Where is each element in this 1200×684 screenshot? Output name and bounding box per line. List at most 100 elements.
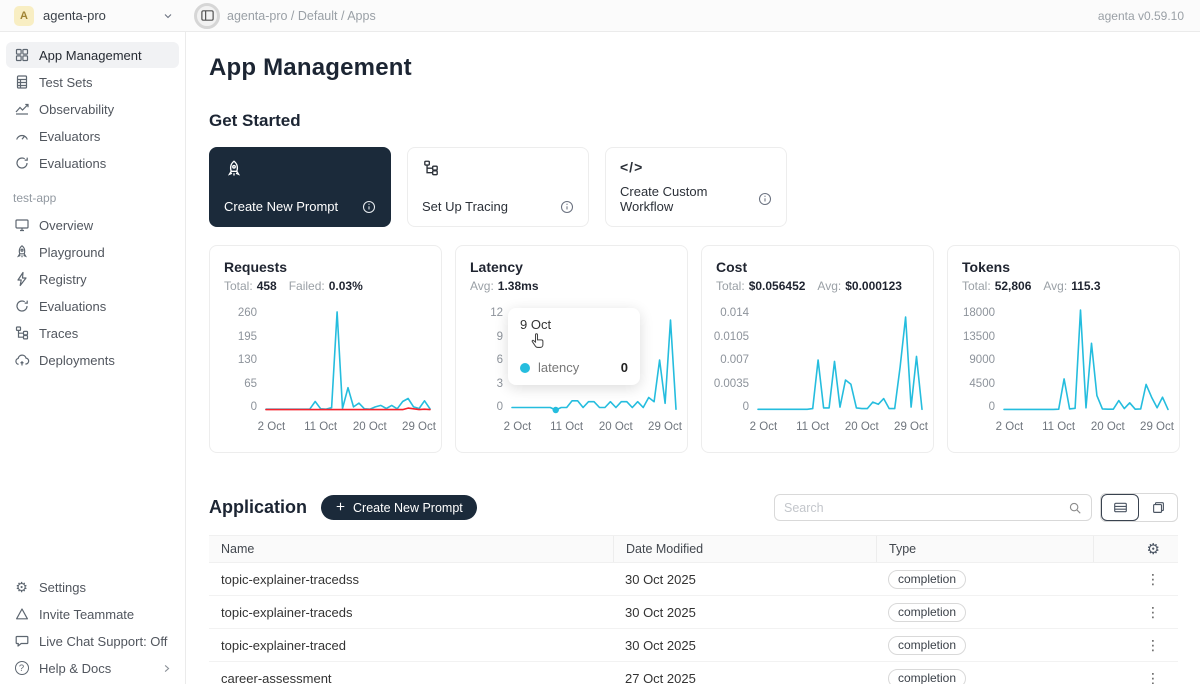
question-circle-icon: ? [13,661,30,675]
tracing-tree-icon [422,159,574,182]
triangle-icon [13,606,30,622]
gauge-icon [13,128,30,144]
type-badge: completion [888,603,966,622]
column-header-name[interactable]: Name [209,536,613,562]
date-modified: 27 Oct 2025 [613,671,876,684]
sidebar-item-app-evaluations[interactable]: Evaluations [6,293,179,319]
row-menu-icon[interactable]: ⋮ [1146,571,1160,588]
test-sets-icon [13,74,30,90]
row-menu-icon[interactable]: ⋮ [1146,670,1160,684]
x-axis-labels: 2 Oct11 Oct20 Oct29 Oct [1004,421,1168,435]
chart-plot[interactable]: 2 Oct11 Oct20 Oct29 Oct [266,307,430,435]
page-title: App Management [209,54,1200,82]
date-modified: 30 Oct 2025 [613,572,876,587]
chevron-down-icon [162,10,174,22]
sidebar-item-traces[interactable]: Traces [6,320,179,346]
hand-cursor-icon [528,332,547,356]
sidebar-item-live-chat[interactable]: Live Chat Support: Off [6,628,179,654]
sidebar-item-label: Overview [39,218,93,233]
chart-title: Tokens [962,259,1165,275]
create-new-prompt-button[interactable]: Create New Prompt [321,495,477,520]
code-icon: </> [620,159,772,175]
info-icon[interactable] [758,192,772,206]
chart-stats: Avg:1.38ms [470,279,673,293]
search-box[interactable] [774,494,1092,521]
sidebar-item-overview[interactable]: Overview [6,212,179,238]
sidebar-app-section-label: test-app [0,177,185,212]
column-settings-gear-icon[interactable]: ⚙ [1147,542,1160,557]
app-name[interactable]: career-assessment [209,671,613,684]
tokens-chart-card: Tokens Total:52,806 Avg:115.3 1800013500… [947,245,1180,453]
date-modified: 30 Oct 2025 [613,605,876,620]
workspace-selector[interactable]: A agenta-pro [0,6,186,26]
sidebar-item-deployments[interactable]: Deployments [6,347,179,373]
app-name[interactable]: topic-explainer-traceds [209,605,613,620]
row-menu-icon[interactable]: ⋮ [1146,637,1160,654]
workspace-avatar: A [14,6,34,26]
chart-plot[interactable]: 2 Oct11 Oct20 Oct29 Oct [1004,307,1168,435]
create-new-prompt-card[interactable]: Create New Prompt [209,147,391,227]
date-modified: 30 Oct 2025 [613,638,876,653]
sidebar-item-evaluations[interactable]: Evaluations [6,150,179,176]
sidebar-item-test-sets[interactable]: Test Sets [6,69,179,95]
table-header: Name Date Modified Type ⚙ [209,535,1178,563]
info-icon[interactable] [362,200,376,214]
create-custom-workflow-card[interactable]: </> Create Custom Workflow [605,147,787,227]
sidebar-item-registry[interactable]: Registry [6,266,179,292]
sidebar-item-evaluators[interactable]: Evaluators [6,123,179,149]
table-row[interactable]: career-assessment 27 Oct 2025 completion… [209,662,1178,684]
sidebar-item-app-management[interactable]: App Management [6,42,179,68]
latency-chart-card: Latency Avg:1.38ms 129630 2 Oct11 Oct20 … [455,245,688,453]
sidebar-item-playground[interactable]: Playground [6,239,179,265]
app-screen: A agenta-pro agenta-pro / Default / Apps… [0,0,1200,684]
y-axis-labels: 0.0140.01050.0070.00350 [716,307,758,413]
app-name[interactable]: topic-explainer-traced [209,638,613,653]
tree-icon [13,325,30,341]
sidebar-item-settings[interactable]: ⚙ Settings [6,574,179,600]
sidebar-item-observability[interactable]: Observability [6,96,179,122]
sidebar-item-label: Live Chat Support: Off [39,634,167,649]
card-label: Create Custom Workflow [620,184,758,214]
card-view-button[interactable] [1139,494,1177,521]
chart-plot[interactable]: 2 Oct11 Oct20 Oct29 Oct [758,307,922,435]
chart-title: Cost [716,259,919,275]
gear-icon: ⚙ [13,580,30,594]
plus-icon [335,501,346,515]
row-menu-icon[interactable]: ⋮ [1146,604,1160,621]
table-row[interactable]: topic-explainer-traced 30 Oct 2025 compl… [209,629,1178,662]
breadcrumb[interactable]: agenta-pro / Default / Apps [227,9,376,23]
y-axis-labels: 1800013500900045000 [962,307,1004,413]
tooltip-date: 9 Oct [520,317,628,332]
requests-chart-card: Requests Total:458 Failed:0.03% 26019513… [209,245,442,453]
sidebar-toggle-button[interactable] [194,3,220,29]
table-row[interactable]: topic-explainer-traceds 30 Oct 2025 comp… [209,596,1178,629]
table-row[interactable]: topic-explainer-tracedss 30 Oct 2025 com… [209,563,1178,596]
table-view-button[interactable] [1101,494,1139,521]
sidebar-item-label: Deployments [39,353,115,368]
search-input[interactable] [784,501,1068,515]
chart-stats: Total:$0.056452 Avg:$0.000123 [716,279,919,293]
sidebar-item-label: Test Sets [39,75,92,90]
sidebar-item-label: Traces [39,326,78,341]
chart-title: Latency [470,259,673,275]
sidebar-item-label: Invite Teammate [39,607,134,622]
sidebar-footer: ⚙ Settings Invite Teammate Live Chat Sup… [0,574,185,684]
tooltip-series-row: latency 0 [520,360,628,375]
sidebar-item-help-docs[interactable]: ? Help & Docs [6,655,179,681]
rocket-icon [13,244,30,260]
type-badge: completion [888,669,966,684]
type-badge: completion [888,570,966,589]
chevron-right-icon [161,663,172,674]
breadcrumb-area: agenta-pro / Default / Apps [186,3,376,29]
info-icon[interactable] [560,200,574,214]
x-axis-labels: 2 Oct11 Oct20 Oct29 Oct [512,421,676,435]
series-dot [520,363,530,373]
search-icon[interactable] [1068,501,1082,515]
table-tools [774,493,1178,522]
column-header-type[interactable]: Type [876,536,1093,562]
column-header-date-modified[interactable]: Date Modified [613,536,876,562]
chat-bubble-icon [13,633,30,649]
set-up-tracing-card[interactable]: Set Up Tracing [407,147,589,227]
app-name[interactable]: topic-explainer-tracedss [209,572,613,587]
sidebar-item-invite-teammate[interactable]: Invite Teammate [6,601,179,627]
